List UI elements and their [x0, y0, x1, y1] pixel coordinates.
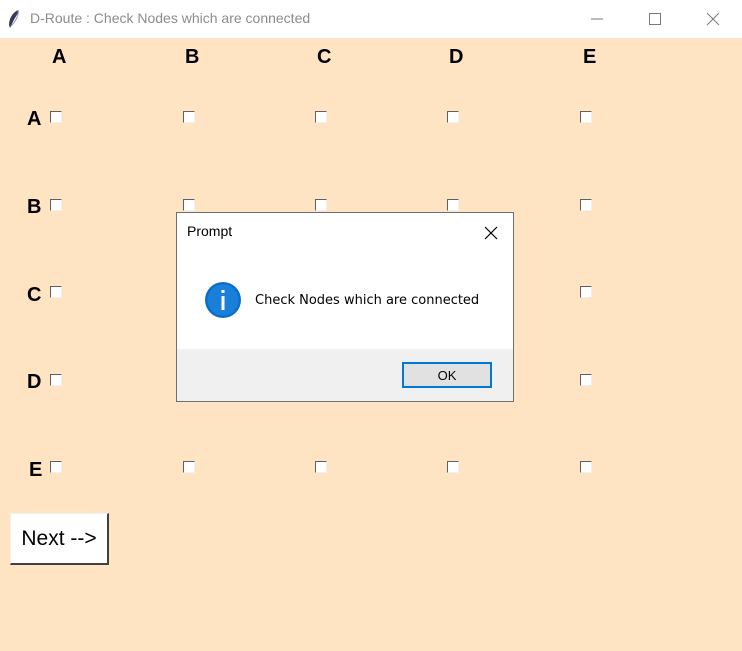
checkbox-c-a[interactable] [50, 286, 62, 298]
column-header-c: C [317, 46, 332, 68]
checkbox-b-c[interactable] [315, 199, 327, 211]
row-header-a: A [27, 108, 42, 130]
close-window-button[interactable] [684, 0, 742, 38]
column-header-b: B [185, 46, 200, 68]
row-header-d: D [27, 371, 42, 393]
checkbox-e-e[interactable] [580, 461, 592, 473]
dialog-title: Prompt [187, 223, 233, 239]
column-header-d: D [449, 46, 464, 68]
dialog-close-button[interactable] [475, 219, 507, 247]
row-header-e: E [29, 459, 43, 481]
checkbox-a-a[interactable] [50, 111, 62, 123]
checkbox-a-c[interactable] [315, 111, 327, 123]
column-header-e: E [583, 46, 597, 68]
row-header-c: C [27, 284, 42, 306]
column-header-a: A [52, 46, 67, 68]
checkbox-d-e[interactable] [580, 374, 592, 386]
checkbox-e-c[interactable] [315, 461, 327, 473]
ok-button-label: OK [437, 367, 457, 383]
dialog-footer: OK [177, 349, 513, 401]
checkbox-b-e[interactable] [580, 199, 592, 211]
checkbox-b-d[interactable] [447, 199, 459, 211]
next-button-label: Next --> [21, 526, 97, 550]
checkbox-a-e[interactable] [580, 111, 592, 123]
close-icon [484, 226, 498, 240]
checkbox-b-b[interactable] [183, 199, 195, 211]
checkbox-e-a[interactable] [50, 461, 62, 473]
checkbox-c-e[interactable] [580, 286, 592, 298]
row-header-b: B [27, 196, 42, 218]
maximize-button[interactable] [626, 0, 684, 38]
checkbox-b-a[interactable] [50, 199, 62, 211]
info-icon [205, 282, 241, 318]
checkbox-a-b[interactable] [183, 111, 195, 123]
feather-icon [9, 9, 19, 28]
prompt-dialog: Prompt Check Nodes which are connected O… [176, 212, 514, 402]
maximize-icon [649, 13, 661, 25]
ok-button[interactable]: OK [402, 362, 492, 388]
checkbox-e-d[interactable] [447, 461, 459, 473]
minimize-icon [591, 18, 603, 20]
title-bar: D-Route : Check Nodes which are connecte… [0, 0, 742, 38]
minimize-button[interactable] [568, 0, 626, 38]
next-button[interactable]: Next --> [10, 513, 109, 565]
checkbox-a-d[interactable] [447, 111, 459, 123]
checkbox-d-a[interactable] [50, 374, 62, 386]
dialog-message: Check Nodes which are connected [255, 293, 480, 308]
close-icon [706, 12, 720, 26]
checkbox-e-b[interactable] [183, 461, 195, 473]
window-title: D-Route : Check Nodes which are connecte… [30, 10, 311, 26]
